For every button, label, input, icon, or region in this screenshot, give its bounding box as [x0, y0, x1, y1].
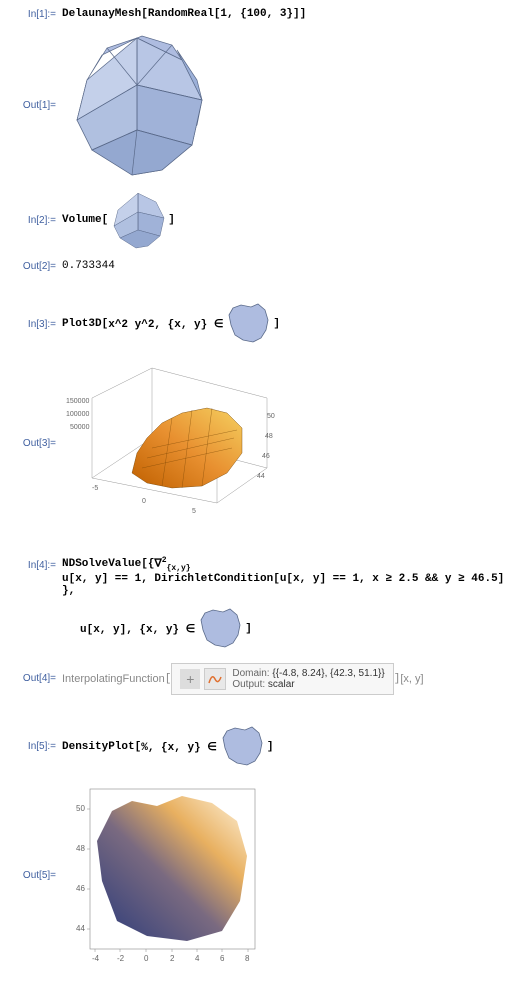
delaunay-mesh-graphic: [62, 30, 212, 180]
out-label: Out[3]=: [8, 438, 62, 449]
svg-text:44: 44: [257, 473, 265, 480]
function-plot-icon: [204, 668, 226, 690]
svg-text:-2: -2: [117, 954, 125, 963]
svg-text:48: 48: [265, 433, 273, 440]
code[interactable]: NDSolveValue [{ ∇2{x,y} u[x, y] == 1, Di…: [62, 556, 505, 653]
output-type-value: scalar: [268, 679, 295, 690]
svg-text:46: 46: [262, 453, 270, 460]
france-region-icon: [223, 300, 273, 348]
svg-text:50: 50: [267, 413, 275, 420]
interpolating-function: InterpolatingFunction [ + Domain: {{-4.8…: [62, 663, 424, 695]
input-cell-3: In[3]:= Plot3D [ x^2 y^2, {x, y} ∈ ]: [8, 300, 505, 348]
svg-text:48: 48: [76, 844, 85, 853]
input-cell-2: In[2]:= Volume [ ]: [8, 190, 505, 250]
out-label: Out[4]=: [8, 673, 62, 684]
output-cell-3: Out[3]= 150000 100000 50000 -5 0 5 44 46 48 50: [8, 358, 505, 528]
input-cell-1: In[1]:= DelaunayMesh[RandomReal[1, {100,…: [8, 8, 505, 20]
svg-text:8: 8: [245, 954, 250, 963]
bracket-close: ]: [168, 214, 175, 226]
code[interactable]: Plot3D [ x^2 y^2, {x, y} ∈ ]: [62, 300, 280, 348]
code-args: %, {x, y} ∈: [141, 740, 217, 754]
svg-text:50: 50: [76, 804, 85, 813]
density-plot-graphic: 50484644 -4-202468: [62, 781, 262, 971]
code[interactable]: Volume [ ]: [62, 190, 175, 250]
code[interactable]: DensityPlot [ %, {x, y} ∈ ]: [62, 723, 273, 771]
svg-text:44: 44: [76, 924, 85, 933]
in-label: In[3]:=: [8, 319, 62, 330]
bracket-open: [: [102, 214, 109, 226]
in-label: In[2]:=: [8, 215, 62, 226]
output-cell-1: Out[1]=: [8, 30, 505, 180]
svg-text:150000: 150000: [66, 398, 89, 405]
domain-value: {{-4.8, 8.24}, {42.3, 51.1}}: [272, 668, 384, 679]
svg-text:46: 46: [76, 884, 85, 893]
france-region-icon: [195, 605, 245, 653]
svg-text:50000: 50000: [70, 424, 90, 431]
numeric-output: 0.733344: [62, 260, 115, 272]
in-label: In[1]:=: [8, 9, 62, 20]
svg-text:-4: -4: [92, 954, 100, 963]
bracket-close: ]: [245, 623, 252, 635]
input-cell-5: In[5]:= DensityPlot [ %, {x, y} ∈ ]: [8, 723, 505, 771]
output-cell-5: Out[5]= 50484644 -4-202468: [8, 781, 505, 971]
brace-close: },: [62, 585, 75, 597]
domain-label: Domain:: [232, 668, 272, 679]
output-cell-2: Out[2]= 0.733344: [8, 260, 505, 272]
out-label: Out[2]=: [8, 261, 62, 272]
fn-name: NDSolveValue: [62, 558, 141, 570]
code-args: u[x, y] == 1, DirichletCondition[u[x, y]…: [62, 573, 504, 585]
fn-name: DensityPlot: [62, 741, 135, 753]
out-label: Out[1]=: [8, 100, 62, 111]
output-type-label: Output:: [232, 679, 268, 690]
expand-icon[interactable]: +: [180, 669, 200, 689]
svg-text:-5: -5: [92, 485, 98, 492]
svg-text:100000: 100000: [66, 411, 89, 418]
bracket-close: ]: [267, 741, 274, 753]
in-label: In[4]:=: [8, 556, 62, 571]
fn-head: InterpolatingFunction: [62, 673, 165, 685]
france-region-icon: [217, 723, 267, 771]
code-args-2: u[x, y], {x, y} ∈: [80, 622, 195, 636]
laplacian: ∇2{x,y}: [154, 556, 190, 573]
svg-text:0: 0: [144, 954, 149, 963]
svg-text:5: 5: [192, 508, 196, 515]
bracket-open: [: [135, 741, 142, 753]
code[interactable]: DelaunayMesh[RandomReal[1, {100, 3}]]: [62, 8, 306, 20]
fn-args: [x, y]: [400, 673, 423, 685]
plot3d-graphic: 150000 100000 50000 -5 0 5 44 46 48 50: [62, 358, 282, 528]
bracket-close: ]: [273, 318, 280, 330]
out-label: Out[5]=: [8, 870, 62, 881]
bracket-open: [: [102, 318, 109, 330]
mesh-thumbnail: [108, 190, 168, 250]
code-args: x^2 y^2, {x, y} ∈: [108, 317, 223, 331]
svg-text:0: 0: [142, 498, 146, 505]
input-cell-4: In[4]:= NDSolveValue [{ ∇2{x,y} u[x, y] …: [8, 556, 505, 653]
bracket-open: [{: [141, 558, 154, 570]
in-label: In[5]:=: [8, 741, 62, 752]
svg-text:2: 2: [170, 954, 175, 963]
interp-summary-box[interactable]: + Domain: {{-4.8, 8.24}, {42.3, 51.1}} O…: [171, 663, 393, 695]
output-cell-4: Out[4]= InterpolatingFunction [ + Domain…: [8, 663, 505, 695]
svg-text:4: 4: [195, 954, 200, 963]
svg-text:6: 6: [220, 954, 225, 963]
fn-name: Plot3D: [62, 318, 102, 330]
fn-name: Volume: [62, 214, 102, 226]
